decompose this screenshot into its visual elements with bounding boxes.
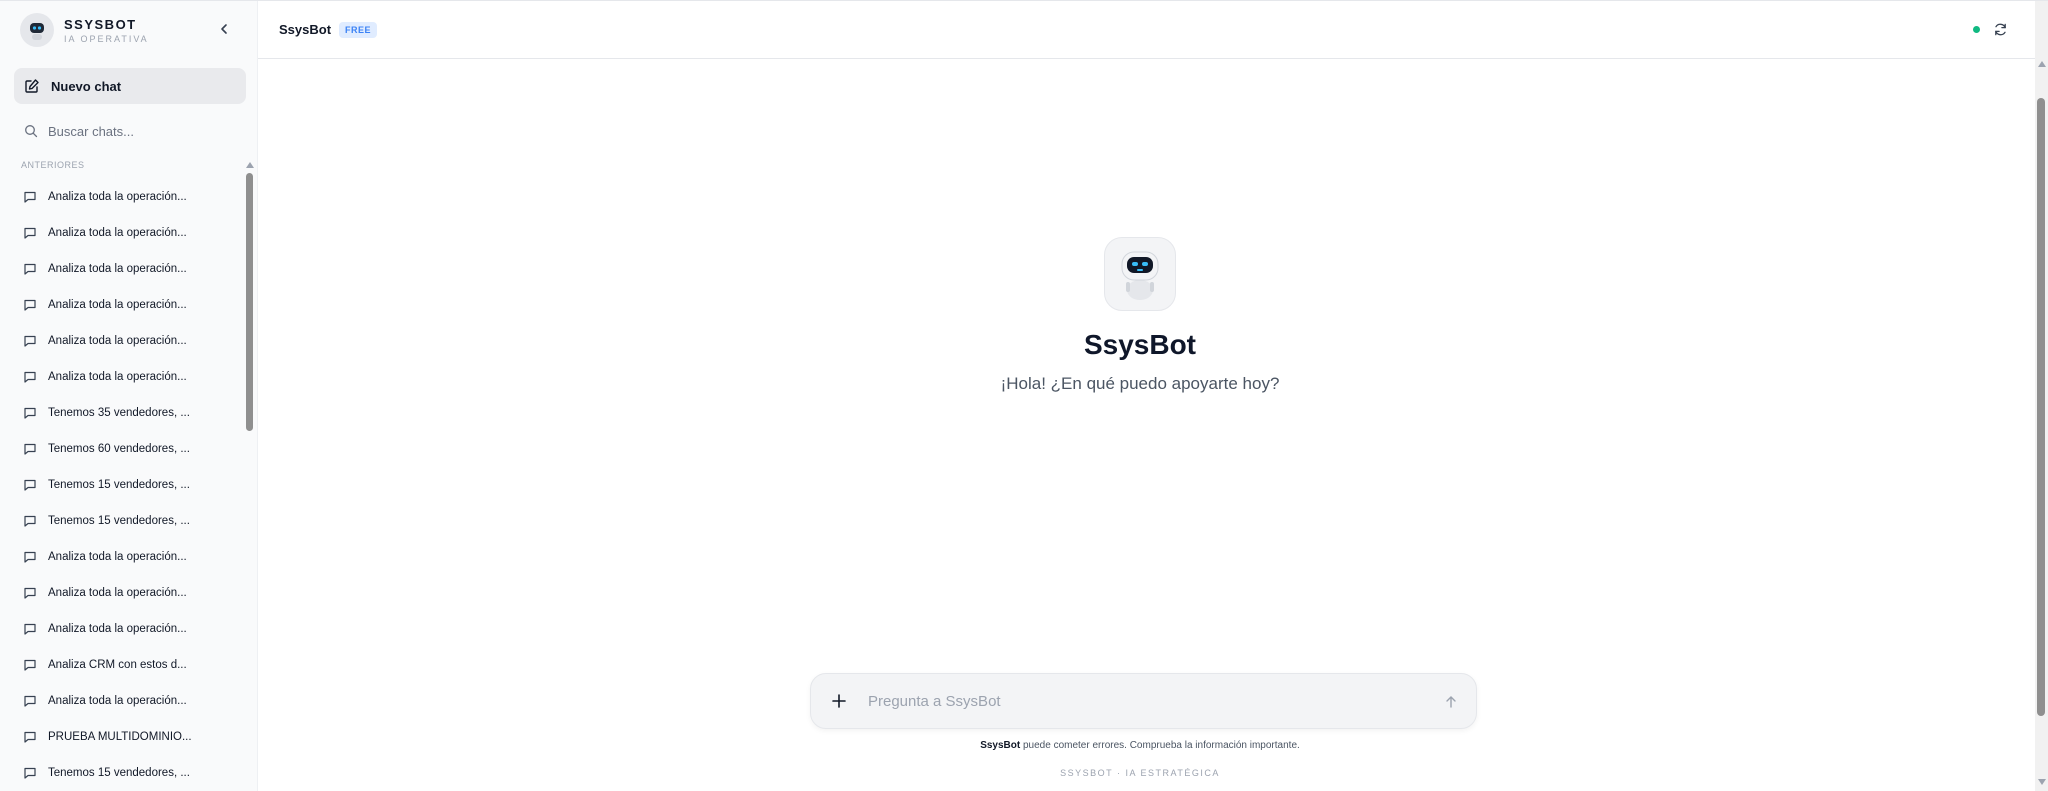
main-scroll-up-arrow[interactable] [2038, 61, 2046, 67]
chat-history-item[interactable]: Analiza toda la operación... [14, 323, 246, 359]
chat-history-item[interactable]: Analiza toda la operación... [14, 287, 246, 323]
message-square-icon [24, 767, 36, 779]
send-button[interactable] [1440, 691, 1462, 713]
new-chat-button[interactable]: Nuevo chat [14, 68, 246, 104]
section-label-anteriores: ANTERIORES [21, 160, 85, 170]
prompt-input[interactable] [868, 686, 1428, 716]
chat-history-item[interactable]: Tenemos 15 vendedores, ... [14, 755, 246, 791]
disclaimer-brand: SsysBot [980, 740, 1021, 751]
chat-history-label: Analiza toda la operación... [48, 263, 187, 275]
plus-icon [832, 694, 846, 708]
arrow-up-icon [1446, 696, 1456, 708]
chat-history-label: PRUEBA MULTIDOMINIO... [48, 731, 192, 743]
status-indicator [1973, 26, 1980, 33]
chat-history-item[interactable]: Tenemos 15 vendedores, ... [14, 467, 246, 503]
message-square-icon [24, 191, 36, 203]
chat-history-label: Analiza toda la operación... [48, 371, 187, 383]
attach-button[interactable] [827, 689, 851, 713]
chat-history-label: Analiza toda la operación... [48, 551, 187, 563]
message-square-icon [24, 659, 36, 671]
collapse-sidebar-button[interactable] [214, 19, 234, 39]
chat-history-list: Analiza toda la operación... Analiza toda… [14, 179, 246, 791]
main-scroll-thumb[interactable] [2037, 98, 2045, 716]
brand-subtitle: IA OPERATIVA [64, 33, 149, 44]
refresh-button[interactable] [1991, 20, 2009, 38]
refresh-icon [1994, 23, 2006, 35]
chat-history-item[interactable]: Analiza toda la operación... [14, 539, 246, 575]
chat-history-label: Tenemos 15 vendedores, ... [48, 479, 190, 491]
top-bar: SsysBot FREE [258, 1, 2035, 59]
chat-history-item[interactable]: Analiza toda la operación... [14, 611, 246, 647]
chat-history-item[interactable]: Analiza toda la operación... [14, 575, 246, 611]
edit-icon [25, 79, 39, 93]
new-chat-label: Nuevo chat [51, 78, 122, 94]
chat-history-label: Tenemos 35 vendedores, ... [48, 407, 190, 419]
message-square-icon [24, 443, 36, 455]
chat-history-item[interactable]: Tenemos 60 vendedores, ... [14, 431, 246, 467]
chat-history-label: Tenemos 15 vendedores, ... [48, 515, 190, 527]
search-chats-placeholder: Buscar chats... [48, 123, 134, 139]
main-scroll-down-arrow[interactable] [2038, 779, 2046, 785]
message-square-icon [24, 299, 36, 311]
message-square-icon [24, 587, 36, 599]
sidebar-scroll-up-arrow[interactable] [246, 162, 254, 168]
message-square-icon [24, 731, 36, 743]
chat-history-label: Analiza toda la operación... [48, 587, 187, 599]
chat-history-item[interactable]: Tenemos 35 vendedores, ... [14, 395, 246, 431]
message-square-icon [24, 227, 36, 239]
chat-history-item[interactable]: Analiza toda la operación... [14, 359, 246, 395]
message-square-icon [24, 551, 36, 563]
chat-history-item[interactable]: Analiza toda la operación... [14, 215, 246, 251]
message-square-icon [24, 407, 36, 419]
robot-hero-icon [1104, 237, 1176, 311]
chevron-left-icon [221, 24, 227, 34]
brand-name: SSYSBOT [64, 16, 137, 32]
message-square-icon [24, 515, 36, 527]
brand: SSYSBOT IA OPERATIVA [20, 13, 149, 47]
hero-subtitle: ¡Hola! ¿En qué puedo apoyarte hoy? [1000, 374, 1280, 393]
header-title: SsysBot [279, 22, 332, 37]
sidebar: SSYSBOT IA OPERATIVA Nuevo chat Buscar c… [0, 1, 258, 791]
message-composer [810, 673, 1477, 729]
chat-history-label: Analiza toda la operación... [48, 695, 187, 707]
chat-history-item[interactable]: PRUEBA MULTIDOMINIO... [14, 719, 246, 755]
disclaimer: SsysBot puede cometer errores. Comprueba… [740, 740, 1540, 751]
message-square-icon [24, 623, 36, 635]
chat-history-item[interactable]: Analiza toda la operación... [14, 683, 246, 719]
chat-history-item[interactable]: Analiza CRM con estos d... [14, 647, 246, 683]
plan-badge: FREE [339, 21, 378, 38]
app: SSYSBOT IA OPERATIVA Nuevo chat Buscar c… [0, 0, 2048, 791]
chat-history-label: Analiza toda la operación... [48, 227, 187, 239]
chat-history-label: Analiza toda la operación... [48, 191, 187, 203]
message-square-icon [24, 695, 36, 707]
disclaimer-text: puede cometer errores. Comprueba la info… [1020, 740, 1300, 751]
chat-history-label: Analiza toda la operación... [48, 623, 187, 635]
message-square-icon [24, 335, 36, 347]
chat-history-label: Analiza toda la operación... [48, 335, 187, 347]
message-square-icon [24, 479, 36, 491]
chat-history-item[interactable]: Analiza toda la operación... [14, 179, 246, 215]
chat-history-label: Tenemos 60 vendedores, ... [48, 443, 190, 455]
chat-history-label: Analiza toda la operación... [48, 299, 187, 311]
chat-history-label: Tenemos 15 vendedores, ... [48, 767, 190, 779]
message-square-icon [24, 371, 36, 383]
main-panel: SsysBot FREE SsysBot ¡Hola! ¿En qué pued… [258, 1, 2048, 791]
search-chats[interactable]: Buscar chats... [14, 117, 246, 145]
search-icon [25, 125, 38, 138]
hero-title: SsysBot [1083, 329, 1197, 360]
footer-brand-line: SSYSBOT · IA ESTRATÉGICA [1060, 768, 1220, 778]
chat-history-item[interactable]: Analiza toda la operación... [14, 251, 246, 287]
sidebar-scroll-thumb[interactable] [246, 173, 253, 431]
robot-avatar-icon [20, 13, 54, 47]
message-square-icon [24, 263, 36, 275]
chat-history-label: Analiza CRM con estos d... [48, 659, 187, 671]
chat-history-item[interactable]: Tenemos 15 vendedores, ... [14, 503, 246, 539]
